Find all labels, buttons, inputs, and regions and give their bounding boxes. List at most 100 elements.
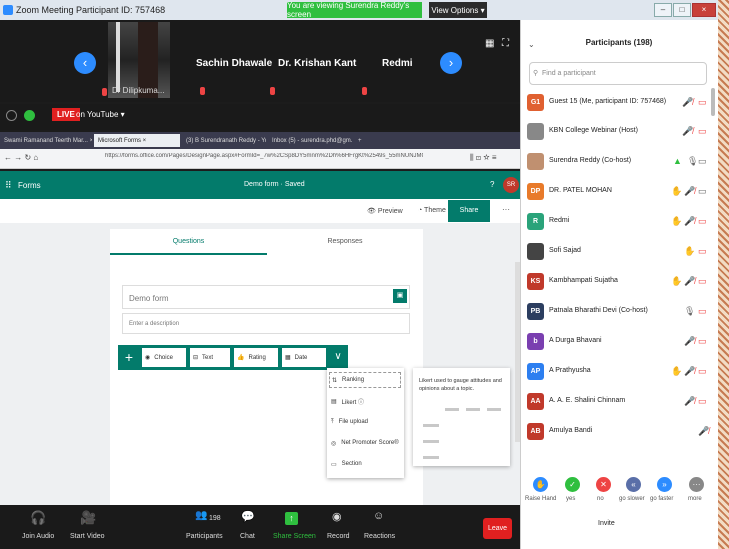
chat-button[interactable]: Chat <box>240 533 255 540</box>
browser-toolbar-icons[interactable]: ⫼ ⊡ ☆ ≡ <box>470 153 497 163</box>
participant-row[interactable]: DP DR. PATEL MOHAN ✋ 🎤̸ ▭ <box>527 182 713 202</box>
menu-item-nps[interactable]: ◎ Net Promoter Score® <box>331 435 399 451</box>
date-label: Date <box>294 354 308 361</box>
participant-status-icon: ✋ <box>671 186 683 196</box>
url-field[interactable]: https://forms.office.com/Pages/DesignPag… <box>105 153 423 165</box>
form-title-input[interactable]: Demo form <box>122 285 410 309</box>
reaction-label[interactable]: no <box>597 496 604 502</box>
join-audio-button[interactable]: Join Audio <box>22 533 54 540</box>
browser-tab-active[interactable]: Microsoft Forms × <box>94 134 180 147</box>
reaction-yes-icon[interactable]: ✓ <box>565 477 580 492</box>
minimize-icon[interactable]: – <box>654 3 672 17</box>
menu-item-section[interactable]: ▭ Section <box>331 456 362 472</box>
live-platform[interactable]: on YouTube ▾ <box>76 110 125 119</box>
participant-row[interactable]: AB Amulya Bandi 🎤̸ <box>527 422 713 442</box>
participant-row[interactable]: AA A. A. E. Shalini Chinnam 🎤̸ ▭ <box>527 392 713 412</box>
help-icon[interactable]: ? <box>490 180 494 189</box>
browser-tab[interactable]: Swami Ramanand Teerth Mar... × <box>0 134 92 147</box>
chevron-down-icon[interactable]: ∨ <box>330 348 346 367</box>
tile-name: Dr. Krishan Kant <box>278 58 357 69</box>
new-tab-button[interactable]: + <box>354 134 368 147</box>
reactions-icon[interactable]: ☺ <box>373 510 384 528</box>
gallery-view-icon[interactable]: ▦ <box>485 38 494 49</box>
record-button[interactable]: Record <box>327 533 350 540</box>
insert-image-icon[interactable]: ▣ <box>393 289 407 303</box>
participant-status-icon: ✋ <box>671 276 683 286</box>
more-options-icon[interactable]: ··· <box>502 205 510 214</box>
app-launcher-icon[interactable]: ⠿ <box>5 180 12 191</box>
find-participant-input[interactable]: ⚲ Find a participant <box>529 62 707 85</box>
reaction-raise-hand-icon[interactable]: ✋ <box>533 477 548 492</box>
participant-row[interactable]: Sofi Sajad ✋ ▭ <box>527 242 713 262</box>
nav-back-icon[interactable]: ← → ↻ ⌂ <box>4 153 38 162</box>
participant-name: Patnala Bharathi Devi (Co-host) <box>549 307 648 314</box>
tab-responses[interactable]: Responses <box>267 229 423 255</box>
participant-row[interactable]: KS Kambhampati Sujatha ✋ 🎤̸ ▭ <box>527 272 713 292</box>
avatar[interactable]: SR <box>503 177 519 193</box>
participant-name: A. A. E. Shalini Chinnam <box>549 397 626 404</box>
participant-row[interactable]: KBN College Webinar (Host) 🎤̸ ▭ <box>527 122 713 142</box>
menu-item-ranking[interactable]: ⇅ Ranking <box>329 372 401 388</box>
prev-page-icon[interactable]: ‹ <box>74 52 96 74</box>
participant-row[interactable]: R Redmi ✋ 🎤̸ ▭ <box>527 212 713 232</box>
tab-questions[interactable]: Questions <box>110 229 267 255</box>
close-icon[interactable]: × <box>692 3 716 17</box>
next-page-icon[interactable]: › <box>440 52 462 74</box>
view-options-button[interactable]: View Options ▾ <box>429 2 487 18</box>
reactions-button[interactable]: Reactions <box>364 533 395 540</box>
leave-button[interactable]: Leave <box>483 518 512 539</box>
info-icon[interactable] <box>6 110 17 121</box>
reaction-more-icon[interactable]: ··· <box>689 477 704 492</box>
participant-row[interactable]: G1 Guest 15 (Me, participant ID: 757468) 🎤… <box>527 93 713 113</box>
participant-status-icon: ✋ <box>684 246 696 256</box>
maximize-icon[interactable]: □ <box>673 3 691 17</box>
participant-row[interactable]: Surendra Reddy (Co-host) ▲ 🎙 ▭ <box>527 152 713 172</box>
participants-button[interactable]: Participants <box>186 533 223 540</box>
form-description-input[interactable]: Enter a description <box>122 313 410 334</box>
headphones-icon[interactable]: 🎧 <box>30 510 46 528</box>
add-icon[interactable]: + <box>121 348 137 367</box>
viewing-banner: You are viewing Surendra Reddy's screen <box>287 1 422 19</box>
reaction-go-faster-icon[interactable]: » <box>657 477 672 492</box>
start-video-button[interactable]: Start Video <box>70 533 105 540</box>
participant-row[interactable]: PB Patnala Bharathi Devi (Co-host) 🎙 ▭ <box>527 302 713 322</box>
menu-item-likert[interactable]: ▤ Likert ⓘ <box>331 393 364 409</box>
likert-preview-bar <box>423 440 439 443</box>
likert-preview-bar <box>423 456 439 459</box>
chat-icon[interactable]: 💬 <box>241 510 255 528</box>
add-text-button[interactable]: ⊟ Text <box>190 348 230 367</box>
section-label: Section <box>341 461 362 467</box>
share-screen-icon[interactable]: ↑ <box>285 512 298 525</box>
fullscreen-icon[interactable]: ⛶ <box>502 38 509 49</box>
browser-tab[interactable]: Inbox (5) - surendra.phd@gm... × <box>268 134 352 147</box>
reaction-label[interactable]: go slower <box>619 496 645 502</box>
reaction-label[interactable]: go faster <box>650 496 673 502</box>
add-date-button[interactable]: ▦ Date <box>282 348 326 367</box>
participant-name: Surendra Reddy (Co-host) <box>549 157 632 164</box>
shield-icon[interactable] <box>24 110 35 121</box>
participants-count: 198 <box>209 515 221 522</box>
share-button[interactable]: Share <box>448 200 490 222</box>
reaction-label[interactable]: more <box>688 496 702 502</box>
reaction-label[interactable]: yes <box>566 496 575 502</box>
add-rating-button[interactable]: 👍 Rating <box>234 348 278 367</box>
reaction-no-icon[interactable]: ✕ <box>596 477 611 492</box>
menu-item-file-upload[interactable]: ⤒ File upload <box>331 414 368 430</box>
reaction-label[interactable]: Raise Hand <box>525 496 556 502</box>
preview-button[interactable]: 👁 Preview <box>367 207 403 215</box>
invite-button[interactable]: Invite <box>598 520 615 527</box>
record-icon[interactable]: ◉ <box>332 510 342 528</box>
video-off-icon[interactable]: 🎥 <box>80 510 96 528</box>
add-choice-button[interactable]: ◉ Choice <box>142 348 186 367</box>
theme-button[interactable]: ◔ Theme <box>418 207 446 214</box>
decorative-border <box>718 0 729 549</box>
participant-row[interactable]: AP A Prathyusha ✋ 🎤̸ ▭ <box>527 362 713 382</box>
participant-name: A Prathyusha <box>549 367 591 374</box>
browser-tab[interactable]: (3) B Surendranath Reddy - Yo... × <box>182 134 266 147</box>
reaction-go-slower-icon[interactable]: « <box>626 477 641 492</box>
participant-row[interactable]: b A Durga Bhavani 🎤̸ ▭ <box>527 332 713 352</box>
participant-name: Kambhampati Sujatha <box>549 277 618 284</box>
forms-app-name[interactable]: Forms <box>18 181 41 190</box>
participants-icon[interactable]: 👥 <box>195 510 207 528</box>
share-screen-button[interactable]: Share Screen <box>273 533 316 540</box>
